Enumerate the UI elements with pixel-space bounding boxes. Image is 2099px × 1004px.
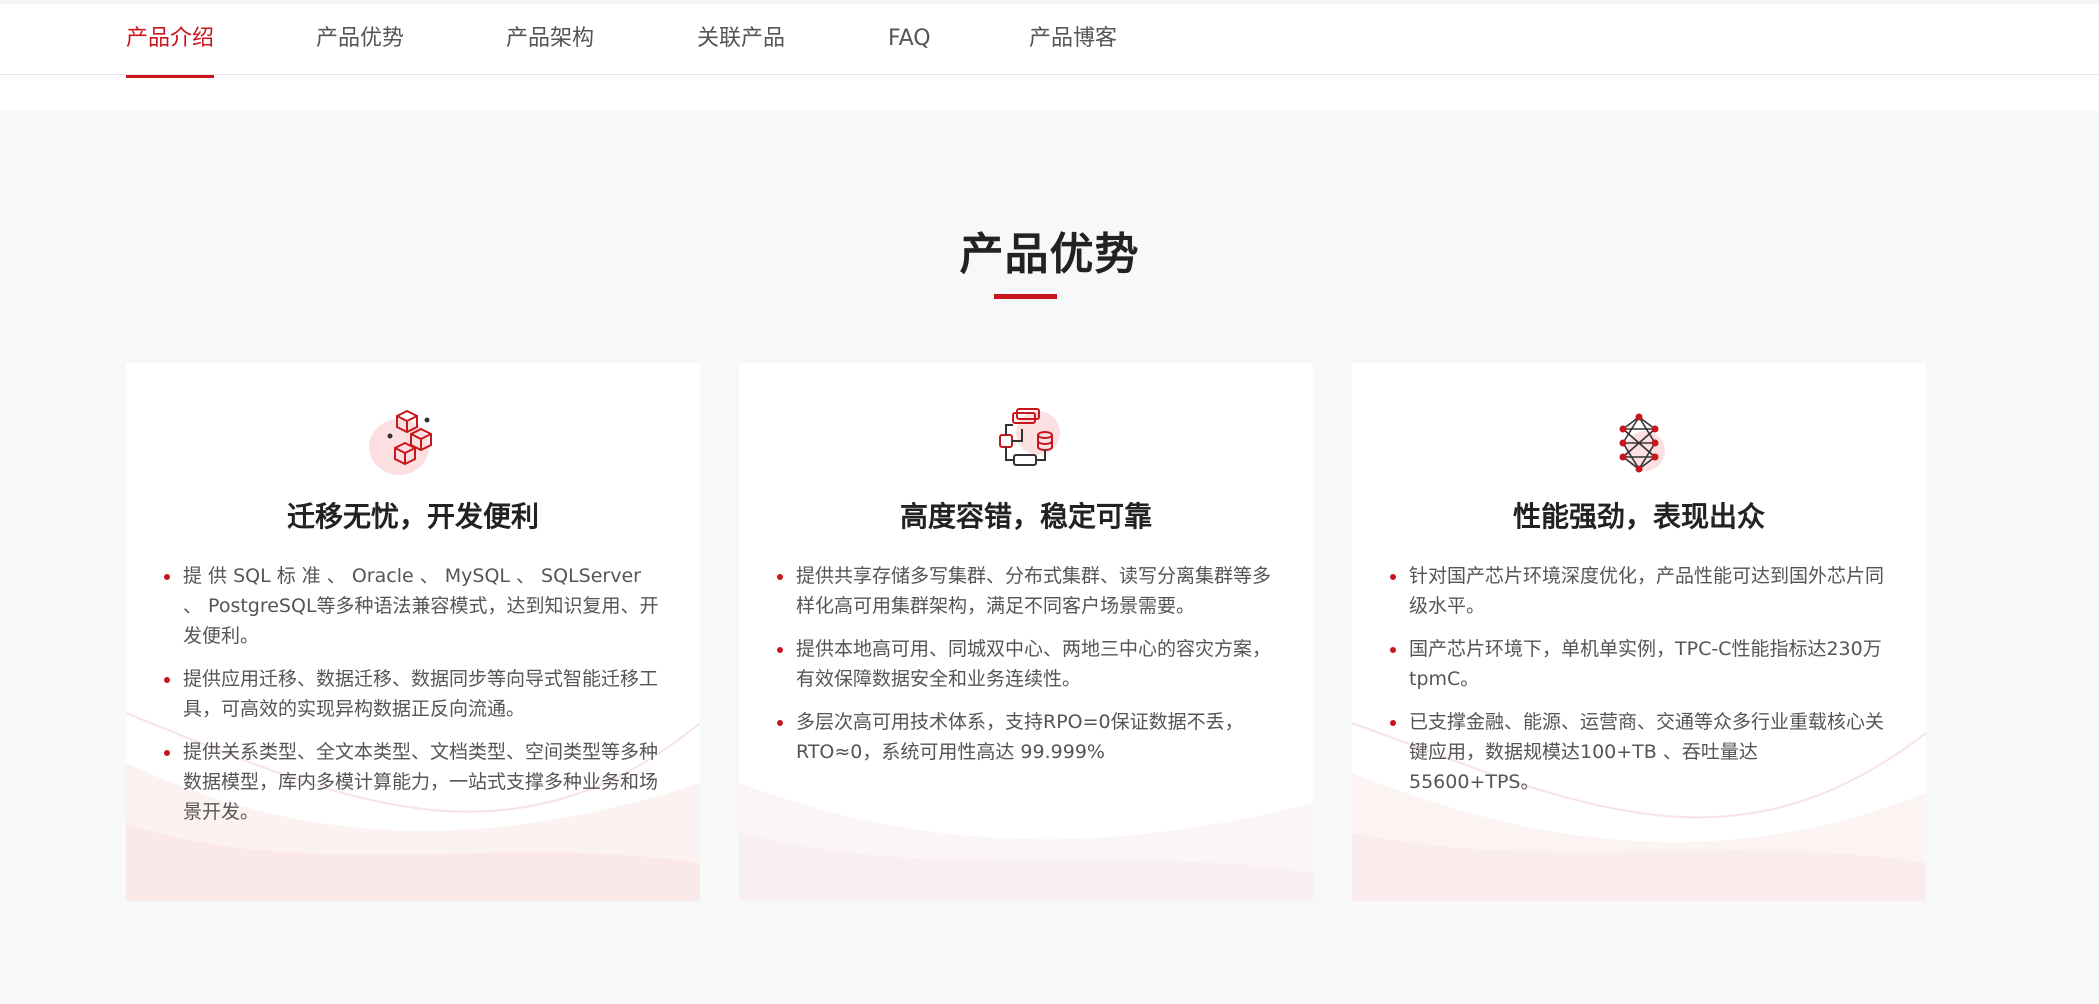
list-item: 提 供 SQL 标 准 、 Oracle 、 MySQL 、 SQLServer… [164, 561, 663, 651]
tab-product-architecture[interactable]: 产品架构 [506, 8, 594, 78]
list-item: 已支撑金融、能源、运营商、交通等众多行业重载核心关键应用，数据规模达100+TB… [1390, 707, 1889, 797]
tab-product-intro[interactable]: 产品介绍 [126, 8, 215, 78]
tab-related-products[interactable]: 关联产品 [697, 8, 785, 78]
feature-list: 提供共享存储多写集群、分布式集群、读写分离集群等多样化高可用集群架构，满足不同客… [777, 561, 1276, 780]
list-item: 多层次高可用技术体系，支持RPO=0保证数据不丢，RTO≈0，系统可用性高达 9… [777, 707, 1276, 767]
list-item: 针对国产芯片环境深度优化，产品性能可达到国外芯片同级水平。 [1390, 561, 1889, 621]
product-tab-bar: 产品介绍 产品优势 产品架构 关联产品 FAQ 产品博客 [0, 0, 2099, 78]
list-item: 国产芯片环境下，单机单实例，TPC-C性能指标达230万tpmC。 [1390, 634, 1889, 694]
feature-list: 针对国产芯片环境深度优化，产品性能可达到国外芯片同级水平。 国产芯片环境下，单机… [1390, 561, 1889, 810]
list-item: 提供应用迁移、数据迁移、数据同步等向导式智能迁移工具，可高效的实现异构数据正反向… [164, 664, 663, 724]
title-underline [994, 294, 1057, 299]
card-title: 性能强劲，表现出众 [1512, 500, 1765, 533]
list-item: 提供关系类型、全文本类型、文档类型、空间类型等多种数据模型，库内多模计算能力，一… [164, 737, 663, 827]
advantages-section: 产品优势 迁移无忧，开发便利 提 供 SQL 标 准 、 Oracle 、 My… [0, 111, 2099, 1004]
list-item: 提供共享存储多写集群、分布式集群、读写分离集群等多样化高可用集群架构，满足不同客… [777, 561, 1276, 621]
advantage-card-reliability: 高度容错，稳定可靠 提供共享存储多写集群、分布式集群、读写分离集群等多样化高可用… [739, 363, 1313, 901]
card-title: 迁移无忧，开发便利 [286, 500, 539, 533]
section-title: 产品优势 [959, 229, 1140, 280]
neural-network-icon [1619, 413, 1665, 473]
advantage-card-performance: 性能强劲，表现出众 针对国产芯片环境深度优化，产品性能可达到国外芯片同级水平。 … [1352, 363, 1926, 901]
feature-list: 提 供 SQL 标 准 、 Oracle 、 MySQL 、 SQLServer… [164, 561, 663, 840]
tab-faq[interactable]: FAQ [888, 8, 931, 78]
list-item: 提供本地高可用、同城双中心、两地三中心的容灾方案，有效保障数据安全和业务连续性。 [777, 634, 1276, 694]
tab-product-blog[interactable]: 产品博客 [1029, 8, 1117, 78]
card-title: 高度容错，稳定可靠 [899, 500, 1152, 533]
cubes-migration-icon [369, 409, 432, 475]
advantage-card-migration: 迁移无忧，开发便利 提 供 SQL 标 准 、 Oracle 、 MySQL 、… [126, 363, 700, 901]
cluster-database-icon [999, 408, 1060, 466]
tab-product-advantages[interactable]: 产品优势 [316, 8, 404, 78]
